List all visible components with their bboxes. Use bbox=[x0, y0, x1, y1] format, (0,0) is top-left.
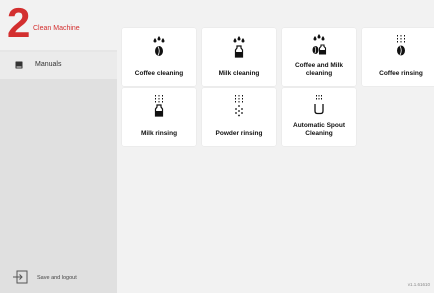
card-label: Milk rinsing bbox=[140, 130, 178, 137]
card-label: Coffee rinsing bbox=[379, 70, 423, 77]
coffee-milk-cleaning-card[interactable]: Coffee and Milk cleaning bbox=[282, 28, 356, 86]
powder-rinsing-card[interactable]: Powder rinsing bbox=[202, 88, 276, 146]
sidebar-item-manuals[interactable]: Manuals bbox=[0, 52, 117, 79]
milk-cleaning-card[interactable]: Milk cleaning bbox=[202, 28, 276, 86]
coffee-cleaning-card[interactable]: Coffee cleaning bbox=[122, 28, 196, 86]
coffee-rinsing-card[interactable]: Coffee rinsing bbox=[362, 28, 434, 86]
version-label: v1.1.61610 bbox=[407, 282, 430, 287]
automatic-spout-cleaning-card[interactable]: Automatic Spout Cleaning bbox=[282, 88, 356, 146]
milk-cleaning-icon bbox=[233, 36, 245, 58]
coffee-milk-cleaning-icon bbox=[312, 34, 327, 55]
save-logout-button[interactable]: Save and logout bbox=[0, 265, 117, 293]
brand-logo-number: 2 bbox=[7, 0, 31, 46]
brand-name: Clean Machine bbox=[33, 25, 80, 32]
milk-rinsing-card[interactable]: Milk rinsing bbox=[122, 88, 196, 146]
card-label: Automatic Spout Cleaning bbox=[293, 122, 345, 137]
sidebar-panel bbox=[0, 79, 117, 293]
card-label: Coffee and Milk cleaning bbox=[294, 62, 344, 77]
logout-icon bbox=[13, 270, 28, 284]
coffee-cleaning-icon bbox=[153, 36, 165, 56]
coffee-rinsing-icon bbox=[397, 35, 405, 56]
logout-label: Save and logout bbox=[37, 275, 77, 281]
book-icon bbox=[15, 61, 23, 69]
card-label: Milk cleaning bbox=[218, 70, 260, 77]
main-content: Coffee cleaning Milk cleaning Coffee and… bbox=[117, 0, 434, 293]
sidebar-item-label: Manuals bbox=[35, 61, 62, 68]
sidebar: 2 Clean Machine Manuals Save and logout bbox=[0, 0, 117, 293]
card-label: Powder rinsing bbox=[215, 130, 263, 137]
milk-rinsing-icon bbox=[154, 95, 164, 117]
card-label: Coffee cleaning bbox=[134, 70, 184, 77]
brand-header: 2 Clean Machine bbox=[0, 0, 117, 50]
powder-rinsing-icon bbox=[235, 95, 243, 117]
spout-cleaning-icon bbox=[314, 95, 324, 115]
